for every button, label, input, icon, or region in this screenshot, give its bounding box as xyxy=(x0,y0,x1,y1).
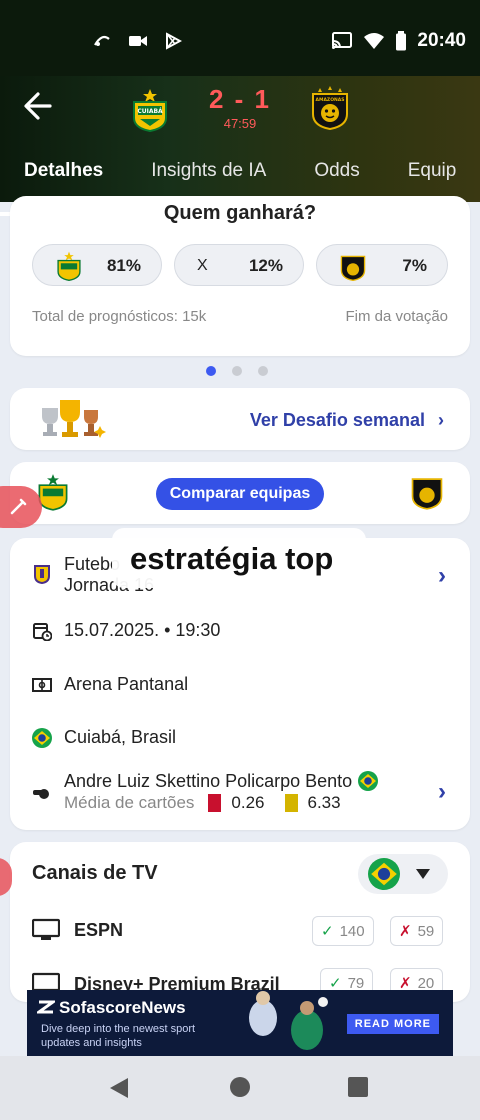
sofascore-logo-icon xyxy=(37,1000,55,1014)
weekly-challenge-label: Ver Desafio semanal xyxy=(249,410,425,430)
poll-card: Quem ganhará? 81% X 12% 7% Total de prog… xyxy=(10,196,470,356)
cast-icon xyxy=(332,32,353,49)
channel-downvotes: 20 xyxy=(417,974,435,992)
poll-title: Quem ganhará? xyxy=(163,202,317,224)
channel-downvotes: 59 xyxy=(417,922,435,940)
tv-channels-title: Canais de TV xyxy=(32,862,158,884)
wifi-icon xyxy=(364,33,385,49)
away-team-icon xyxy=(340,255,366,281)
vote-draw-label: X xyxy=(197,257,208,274)
check-icon: ✓ xyxy=(321,923,334,940)
referee-row[interactable]: Andre Luiz Skettino Policarpo Bento Médi… xyxy=(32,770,379,814)
floating-edit-button[interactable] xyxy=(0,486,42,528)
cross-icon: ✗ xyxy=(399,923,412,940)
vote-draw-button[interactable]: X 12% xyxy=(174,244,304,286)
red-cards-value: 0.26 xyxy=(231,793,265,812)
ad-banner[interactable]: SofascoreNews Dive deep into the newest … xyxy=(27,990,453,1056)
battery-icon xyxy=(396,31,407,51)
play-store-icon xyxy=(166,32,182,50)
video-icon xyxy=(129,36,147,46)
system-nav-bar xyxy=(0,1056,480,1120)
poll-total-votes: Total de prognósticos: 15k xyxy=(32,308,207,325)
ad-tagline: Dive deep into the newest sport updates … xyxy=(41,1023,196,1049)
dropdown-arrow-icon xyxy=(416,869,430,879)
weekly-challenge-link[interactable]: Ver Desafio semanal › xyxy=(250,410,444,431)
stadium-icon xyxy=(32,677,52,692)
channel-upvote-button[interactable]: ✓ 140 xyxy=(312,916,374,946)
chevron-right-icon: › xyxy=(438,410,444,430)
vote-home-pct: 81% xyxy=(106,256,141,275)
datetime-row: 15.07.2025. • 19:30 xyxy=(32,620,220,641)
referee-name: Andre Luiz Skettino Policarpo Bento xyxy=(64,771,353,791)
brazil-flag-icon xyxy=(358,771,379,791)
compare-teams-card: Comparar equipas xyxy=(10,462,470,524)
away-team-logo[interactable]: AMAZONAS xyxy=(310,86,350,130)
channel-downvote-button[interactable]: ✗ 59 xyxy=(390,916,444,946)
tv-channel-name: ESPN xyxy=(74,919,124,940)
trophies-icon xyxy=(42,400,106,438)
overlay-caption: estratégia top xyxy=(130,541,334,576)
nav-home-icon[interactable] xyxy=(229,1076,251,1098)
vote-away-pct: 7% xyxy=(402,256,427,275)
carousel-pager xyxy=(206,366,268,376)
venue-name: Arena Pantanal xyxy=(64,674,189,694)
nav-back-icon[interactable] xyxy=(108,1076,130,1100)
weekly-challenge-card[interactable]: Ver Desafio semanal › xyxy=(10,388,470,450)
venue-row: Arena Pantanal xyxy=(32,674,188,695)
vote-away-button[interactable]: 7% xyxy=(316,244,448,286)
status-bar: 20:40 xyxy=(0,0,480,76)
compare-teams-button[interactable]: Comparar equipas xyxy=(156,478,324,510)
match-datetime: 15.07.2025. • 19:30 xyxy=(64,620,221,640)
poll-status: Fim da votação xyxy=(345,308,448,325)
ad-read-more-button[interactable]: READ MORE xyxy=(346,1014,439,1034)
pager-dot[interactable] xyxy=(206,366,216,376)
ad-athletes-image xyxy=(249,991,328,1050)
channel-upvotes: 79 xyxy=(347,974,365,992)
brazil-flag-icon xyxy=(368,858,400,890)
tournament-icon xyxy=(34,565,50,584)
away-logo-text: AMAZONAS xyxy=(315,97,344,103)
home-team-icon xyxy=(57,251,81,281)
nav-recents-icon[interactable] xyxy=(347,1076,369,1098)
vote-home-button[interactable]: 81% xyxy=(32,244,162,286)
match-header: CUIABÁ 2 - 1 47:59 AMAZONAS Detalhes Ins… xyxy=(0,76,480,216)
yellow-cards-value: 6.33 xyxy=(307,793,341,812)
tv-channel-row[interactable]: ESPN xyxy=(32,918,123,942)
brazil-flag-icon xyxy=(32,727,52,748)
pager-dot[interactable] xyxy=(232,366,242,376)
clock-time: 20:40 xyxy=(417,30,466,51)
red-card-icon xyxy=(208,794,222,812)
whistle-icon xyxy=(33,789,49,799)
city-name: Cuiabá, Brasil xyxy=(64,727,177,747)
vote-draw-pct: 12% xyxy=(248,256,283,275)
tv-channels-card: Canais de TV ESPN ✓ 140 ✗ 59 Disney+ Pre… xyxy=(10,842,470,1002)
ad-brand: SofascoreNews xyxy=(59,998,186,1017)
calendar-clock-icon xyxy=(33,622,52,641)
channel-upvotes: 140 xyxy=(339,922,365,940)
tv-icon xyxy=(32,918,60,940)
country-select[interactable] xyxy=(358,854,448,894)
network-activity-icon xyxy=(94,35,110,46)
yellow-card-icon xyxy=(284,794,298,812)
home-logo-text: CUIABÁ xyxy=(137,108,163,115)
home-team-logo[interactable]: CUIABÁ xyxy=(130,88,170,132)
chevron-right-icon[interactable]: › xyxy=(438,562,446,590)
match-clock: 47:59 xyxy=(223,116,257,131)
away-team-compare-logo[interactable] xyxy=(410,470,444,512)
back-arrow-icon[interactable] xyxy=(20,88,56,124)
brush-icon xyxy=(10,498,27,515)
cards-average-label: Média de cartões xyxy=(64,793,195,812)
match-score: 2 - 1 xyxy=(208,84,272,114)
chevron-right-icon[interactable]: › xyxy=(438,778,446,806)
city-row: Cuiabá, Brasil xyxy=(32,727,176,748)
pager-dot[interactable] xyxy=(258,366,268,376)
